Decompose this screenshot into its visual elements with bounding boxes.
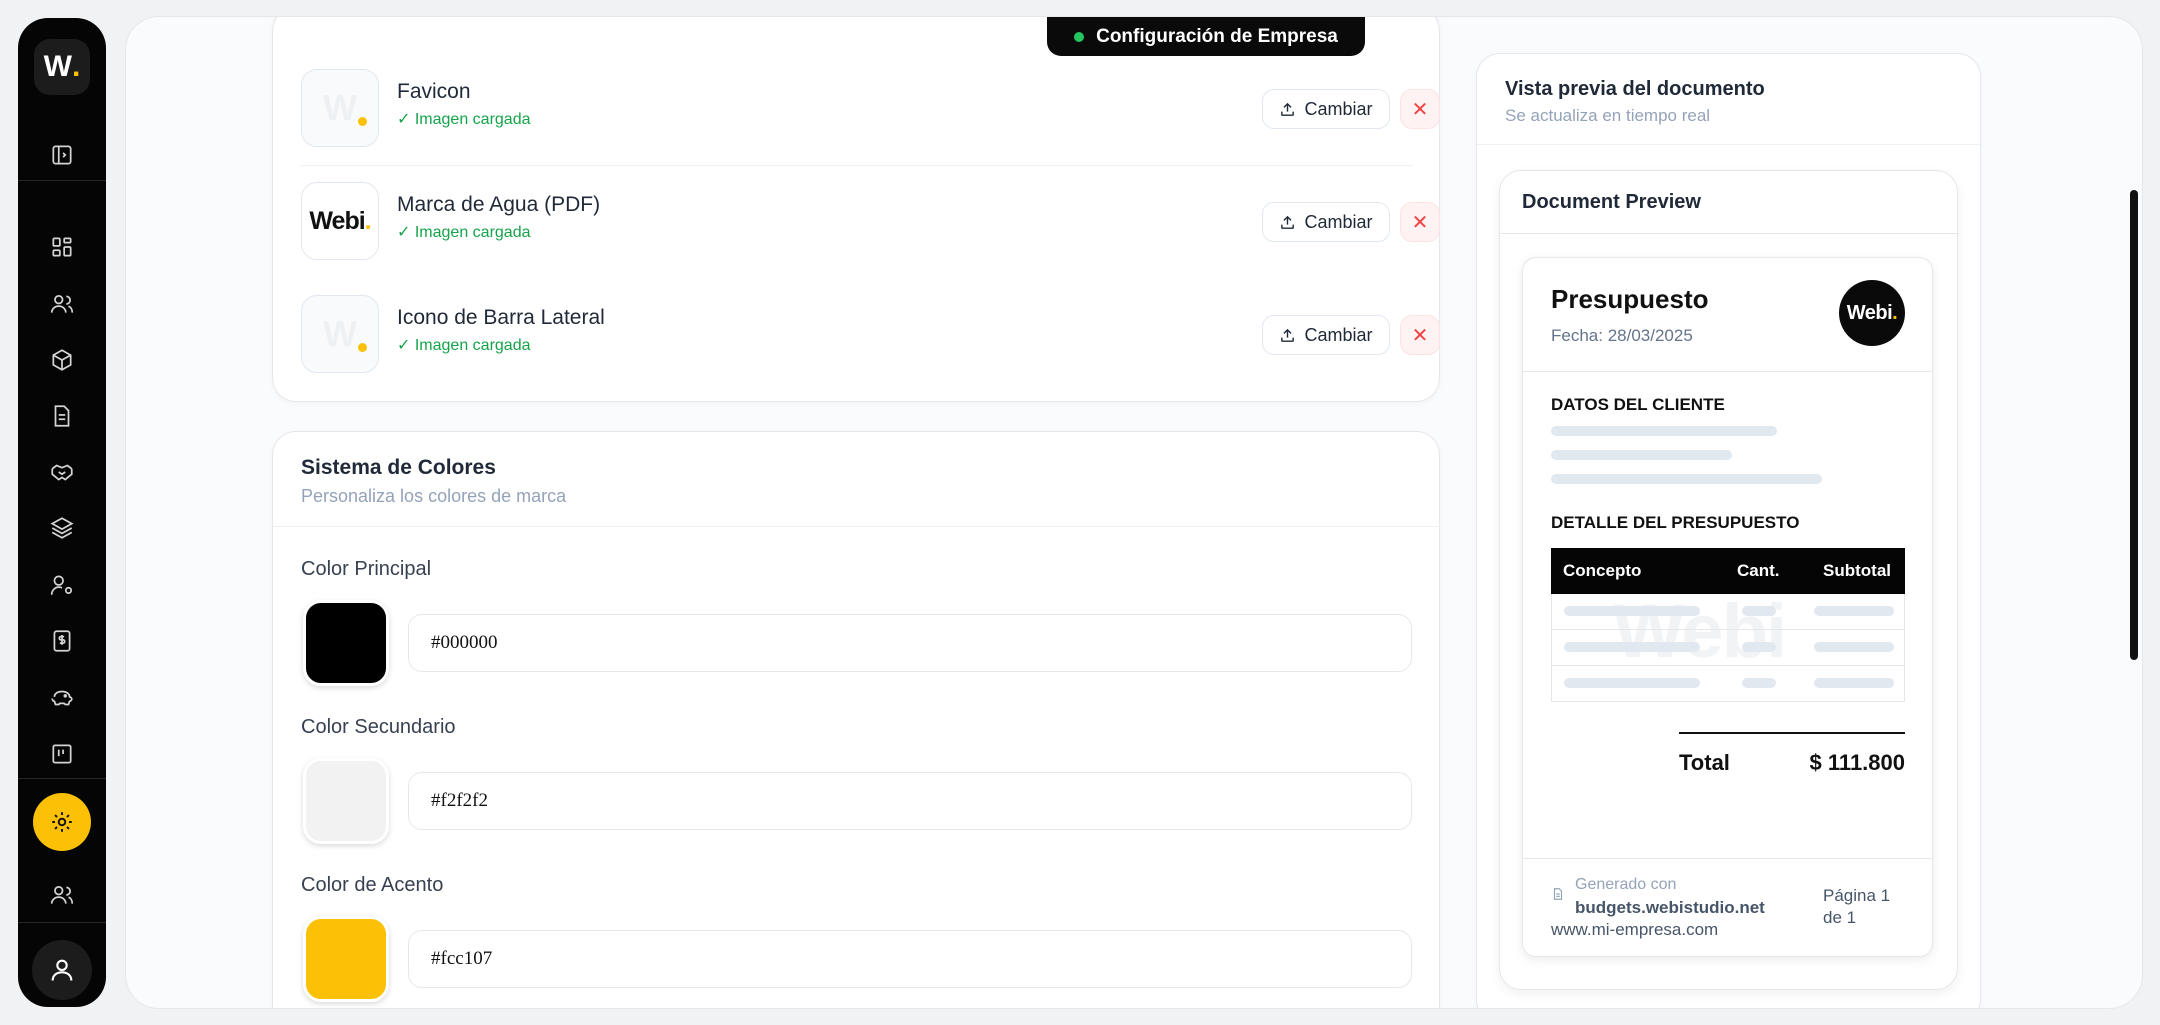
table-header: Concepto Cant. Subtotal (1551, 548, 1905, 594)
colors-card: Sistema de Colores Personaliza los color… (272, 431, 1441, 1008)
favicon-thumbnail: W (301, 69, 379, 147)
sidebar-icon-thumbnail: W (301, 295, 379, 373)
detail-section-title: DETALLE DEL PRESUPUESTO (1551, 513, 1800, 532)
asset-status: ✓ Imagen cargada (397, 111, 531, 128)
upload-icon (1281, 102, 1295, 116)
users-icon[interactable] (47, 289, 77, 319)
colors-title: Sistema de Colores (301, 456, 496, 479)
asset-status: ✓ Imagen cargada (397, 337, 531, 354)
table-row (1551, 594, 1905, 630)
table-row (1551, 630, 1905, 666)
upload-icon (1281, 328, 1295, 342)
accent-color-swatch[interactable] (303, 916, 389, 1002)
app-logo[interactable]: W. (34, 39, 90, 95)
document-icon[interactable] (47, 401, 77, 431)
primary-color-input[interactable]: #000000 (408, 614, 1412, 672)
preview-title: Vista previa del documento (1505, 78, 1765, 100)
remove-favicon-button[interactable]: ✕ (1400, 89, 1440, 129)
document-preview-card: Document Preview Presupuesto Fecha: 28/0… (1499, 170, 1959, 990)
asset-name: Favicon (397, 80, 471, 103)
primary-color-label: Color Principal (301, 558, 432, 580)
doc-heading: Presupuesto (1551, 284, 1709, 314)
table-row (1551, 666, 1905, 702)
user-settings-icon[interactable] (47, 570, 77, 600)
close-icon: ✕ (1411, 211, 1429, 234)
settings-icon[interactable] (33, 793, 91, 851)
upload-icon (1281, 215, 1295, 229)
asset-status: ✓ Imagen cargada (397, 224, 531, 241)
total-value: $ 111.800 (1809, 750, 1905, 775)
change-watermark-button[interactable]: Cambiar (1262, 202, 1390, 242)
footer-page: Página 1 de 1 (1823, 886, 1891, 927)
layers-icon[interactable] (47, 513, 77, 543)
total-label: Total (1679, 750, 1730, 775)
asset-row-favicon: W Favicon ✓ Imagen cargada Cambiar ✕ (301, 53, 1440, 165)
remove-watermark-button[interactable]: ✕ (1400, 202, 1440, 242)
preview-subtitle: Se actualiza en tiempo real (1505, 106, 1711, 125)
asset-name: Icono de Barra Lateral (397, 306, 605, 329)
sidebar: W. (18, 18, 106, 1007)
box-icon[interactable] (47, 345, 77, 375)
footer-link[interactable]: budgets.webistudio.net (1575, 898, 1765, 918)
document-page: Presupuesto Fecha: 28/03/2025 Webi. DATO… (1522, 257, 1933, 957)
secondary-color-label: Color Secundario (301, 716, 456, 738)
scrollbar[interactable] (2130, 190, 2138, 660)
doc-date: Fecha: 28/03/2025 (1551, 326, 1693, 345)
secondary-color-input[interactable]: #f2f2f2 (408, 772, 1412, 830)
page-badge: Configuración de Empresa (1047, 17, 1365, 56)
assets-card: W Favicon ✓ Imagen cargada Cambiar ✕ Web… (272, 17, 1440, 402)
change-sidebar-icon-button[interactable]: Cambiar (1262, 315, 1390, 355)
preview-card: Vista previa del documento Se actualiza … (1476, 53, 1982, 1008)
change-favicon-button[interactable]: Cambiar (1262, 89, 1390, 129)
footer-generated: Generado con (1575, 876, 1677, 893)
user-icon[interactable] (32, 940, 92, 1000)
close-icon: ✕ (1411, 98, 1429, 121)
document-preview-title: Document Preview (1522, 191, 1701, 213)
asset-name: Marca de Agua (PDF) (397, 193, 601, 216)
secondary-color-swatch[interactable] (303, 758, 389, 844)
piggy-bank-icon[interactable] (47, 683, 77, 713)
dashboard-icon[interactable] (47, 232, 77, 262)
accent-color-input[interactable]: #fcc107 (408, 930, 1412, 988)
client-section-title: DATOS DEL CLIENTE (1551, 395, 1725, 414)
status-dot (1074, 31, 1085, 42)
panel-toggle-icon[interactable] (47, 140, 77, 170)
document-icon (1553, 888, 1563, 900)
team-icon[interactable] (47, 880, 77, 910)
watermark-thumbnail: Webi. (301, 182, 379, 260)
remove-sidebar-icon-button[interactable]: ✕ (1400, 315, 1440, 355)
accent-color-label: Color de Acento (301, 874, 444, 896)
footer-site: www.mi-empresa.com (1551, 920, 1719, 939)
handshake-icon[interactable] (47, 457, 77, 487)
invoice-icon[interactable] (47, 626, 77, 656)
primary-color-swatch[interactable] (303, 600, 389, 686)
asset-row-watermark: Webi. Marca de Agua (PDF) ✓ Imagen carga… (301, 166, 1440, 278)
asset-row-sidebar-icon: W Icono de Barra Lateral ✓ Imagen cargad… (301, 279, 1440, 391)
kanban-icon[interactable] (47, 739, 77, 769)
main-content: Configuración de Empresa W Favicon ✓ Ima… (125, 16, 2143, 1009)
colors-subtitle: Personaliza los colores de marca (301, 486, 567, 506)
doc-logo: Webi. (1839, 280, 1905, 346)
close-icon: ✕ (1411, 324, 1429, 347)
